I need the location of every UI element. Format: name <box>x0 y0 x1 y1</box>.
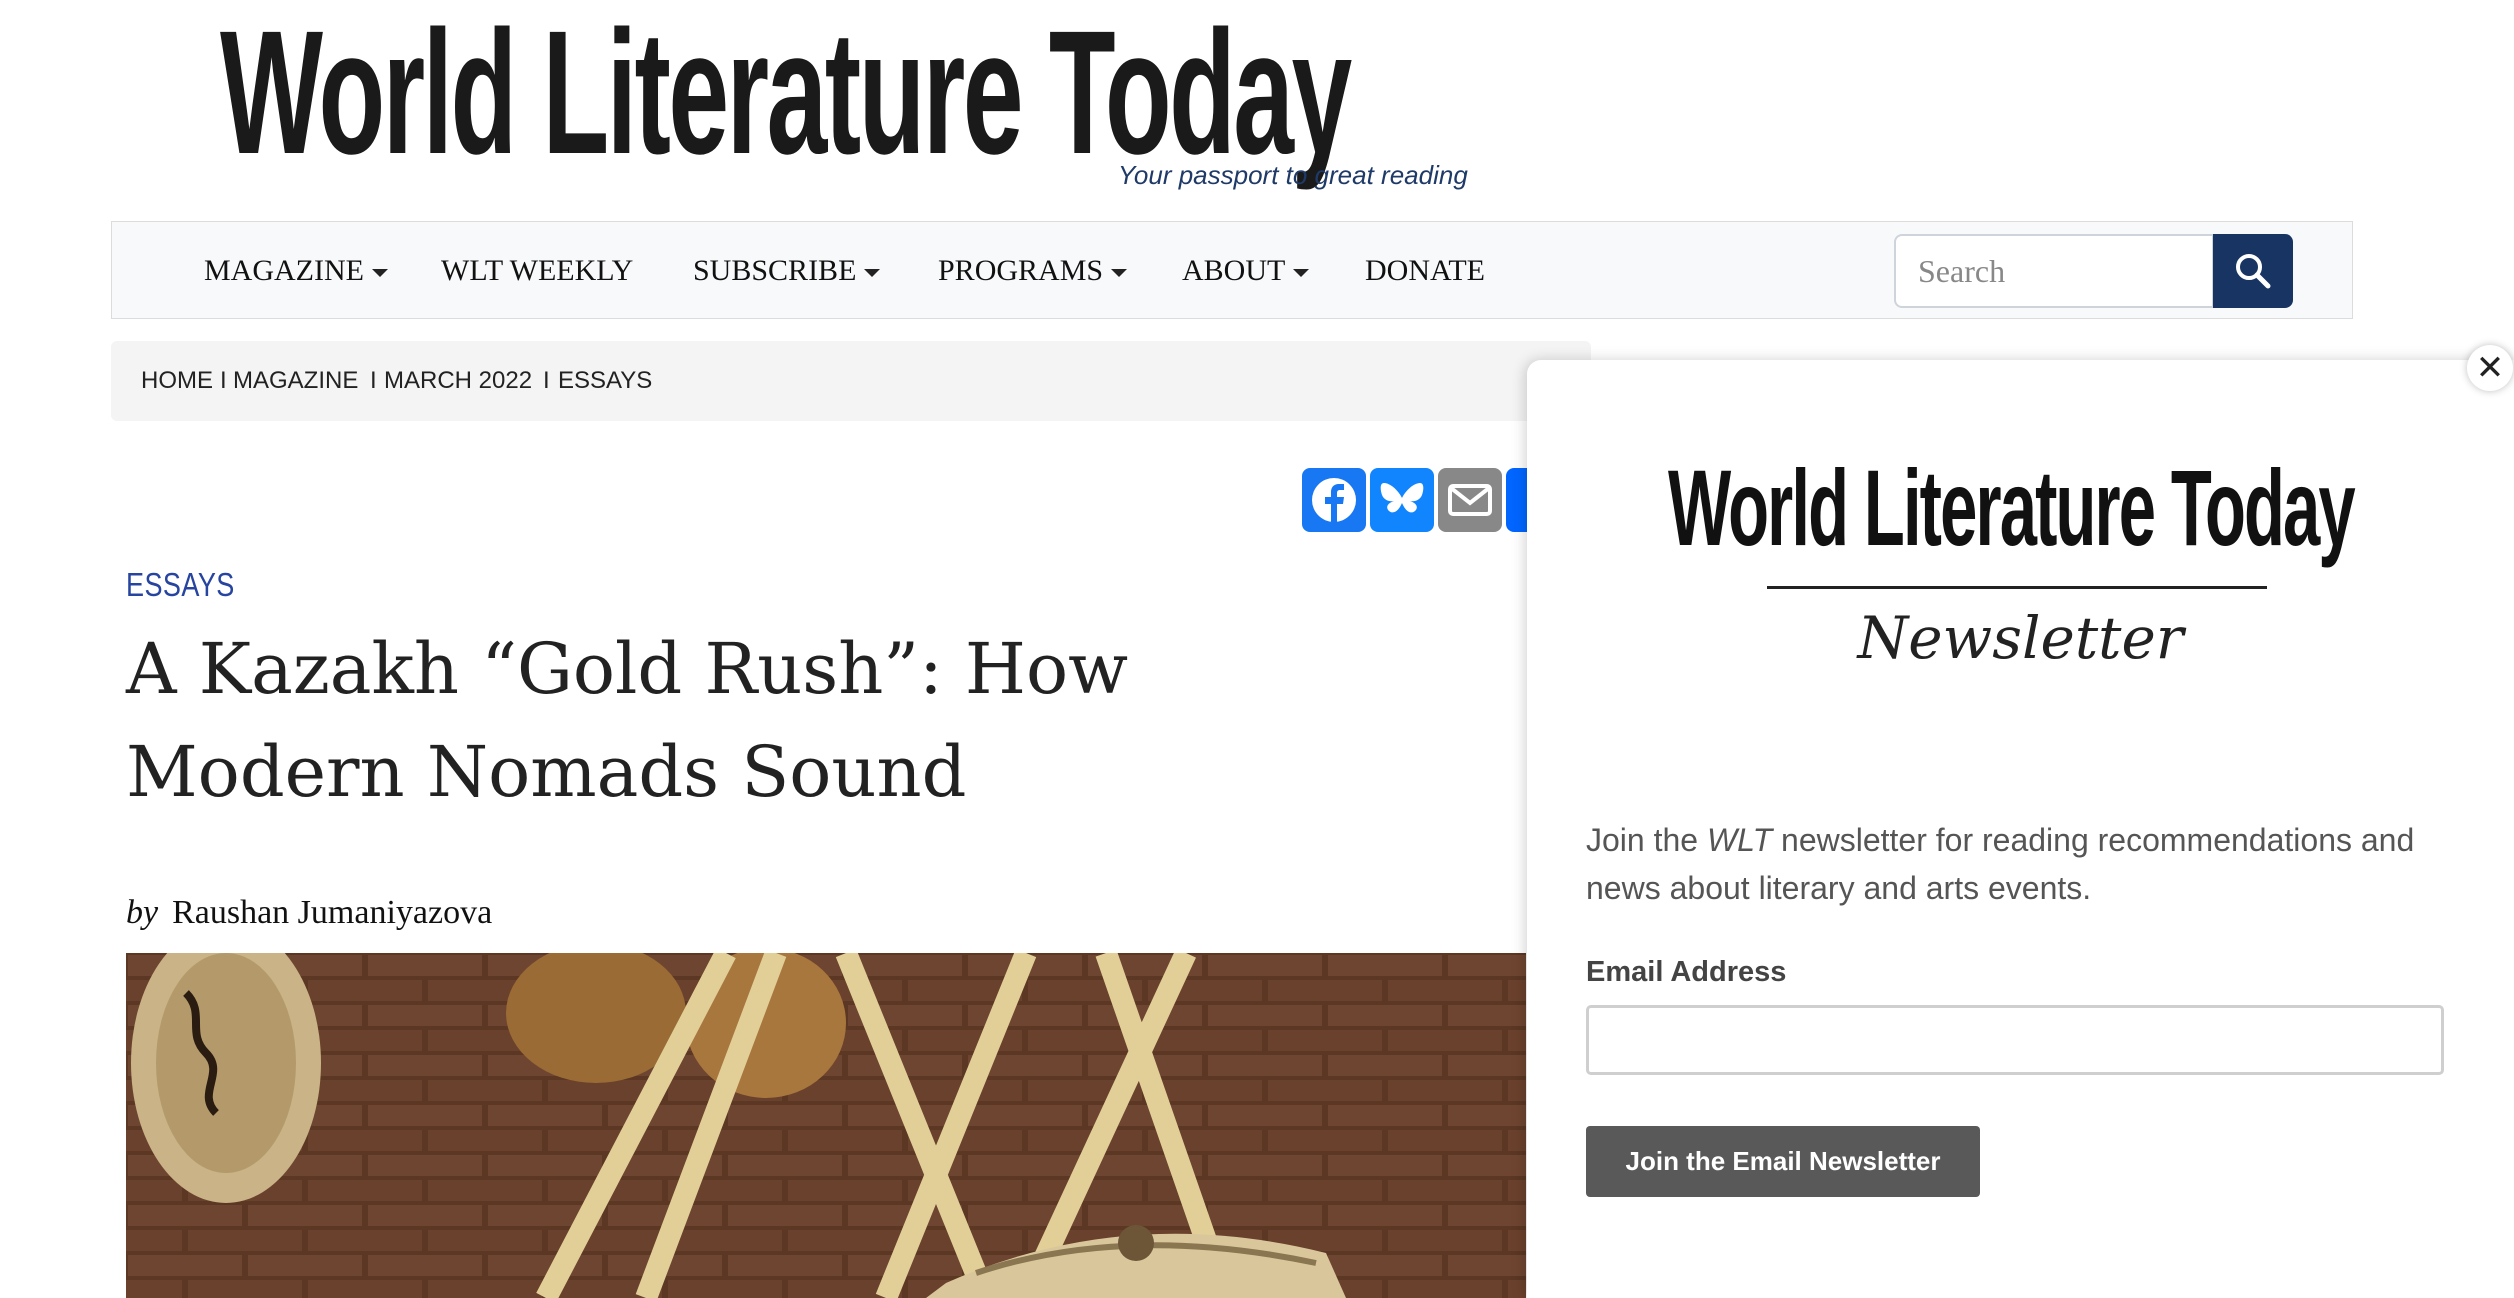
masthead: World Literature Today Your passport to … <box>220 0 1560 200</box>
breadcrumb-magazine[interactable]: MAGAZINE <box>233 367 358 395</box>
share-facebook-button[interactable] <box>1302 468 1366 532</box>
search-input[interactable] <box>1894 234 2214 308</box>
breadcrumb: HOME I MAGAZINE I MARCH 2022 I ESSAYS <box>111 341 1591 421</box>
breadcrumb-separator: I <box>370 367 377 394</box>
bluesky-icon <box>1380 483 1424 513</box>
article-title: A Kazakh “Gold Rush”: How Modern Nomads … <box>126 628 1129 813</box>
site-tagline: Your passport to great reading <box>1118 160 1468 190</box>
nav-item-programs[interactable]: PROGRAMS <box>938 254 1128 288</box>
caret-down-icon <box>1111 269 1128 278</box>
caret-down-icon <box>1293 269 1310 278</box>
nav-item-about[interactable]: ABOUT <box>1182 254 1310 288</box>
caret-down-icon <box>864 269 881 278</box>
share-bluesky-button[interactable] <box>1370 468 1434 532</box>
caret-down-icon <box>371 269 388 278</box>
search-icon <box>2236 254 2271 289</box>
article-hero-image <box>126 953 1526 1298</box>
join-newsletter-button[interactable]: Join the Email Newsletter <box>1586 1126 1980 1197</box>
share-more-button[interactable] <box>1506 468 1527 532</box>
newsletter-modal: World Literature Today Newsletter Join t… <box>1527 360 2514 1298</box>
instruments-image <box>126 953 1526 1298</box>
nav-item-wlt-weekly[interactable]: WLT WEEKLY <box>441 254 633 288</box>
email-label: Email Address <box>1586 956 1787 988</box>
newsletter-logo-divider <box>1767 586 2267 589</box>
newsletter-description: Join the WLT newsletter for reading reco… <box>1586 822 2415 906</box>
nav-item-magazine[interactable]: MAGAZINE <box>204 254 388 288</box>
share-email-button[interactable] <box>1438 468 1502 532</box>
breadcrumb-issue[interactable]: MARCH 2022 <box>384 367 532 395</box>
newsletter-logo: World Literature Today <box>1668 447 2356 568</box>
nav-item-donate[interactable]: DONATE <box>1365 254 1485 288</box>
byline-prefix: by <box>126 894 159 931</box>
breadcrumb-separator: I <box>543 367 550 394</box>
article-byline: by Raushan Jumaniyazova <box>126 894 492 932</box>
share-icon <box>1506 468 1527 532</box>
article-category[interactable]: ESSAYS <box>126 566 235 604</box>
close-modal-button[interactable]: ✕ <box>2467 345 2513 391</box>
author-name[interactable]: Raushan Jumaniyazova <box>172 894 492 931</box>
email-icon <box>1448 484 1492 516</box>
search-button[interactable] <box>2213 234 2293 308</box>
close-icon: ✕ <box>2475 348 2505 388</box>
breadcrumb-separator: I <box>220 367 227 394</box>
newsletter-logo-subtitle: Newsletter <box>1857 604 2184 672</box>
main-navbar: MAGAZINE WLT WEEKLY SUBSCRIBE PROGRAMS A… <box>111 221 2353 319</box>
email-field[interactable] <box>1586 1005 2444 1075</box>
breadcrumb-home[interactable]: HOME <box>141 367 213 395</box>
breadcrumb-essays[interactable]: ESSAYS <box>558 367 652 395</box>
facebook-icon <box>1312 478 1356 522</box>
nav-item-subscribe[interactable]: SUBSCRIBE <box>693 254 881 288</box>
